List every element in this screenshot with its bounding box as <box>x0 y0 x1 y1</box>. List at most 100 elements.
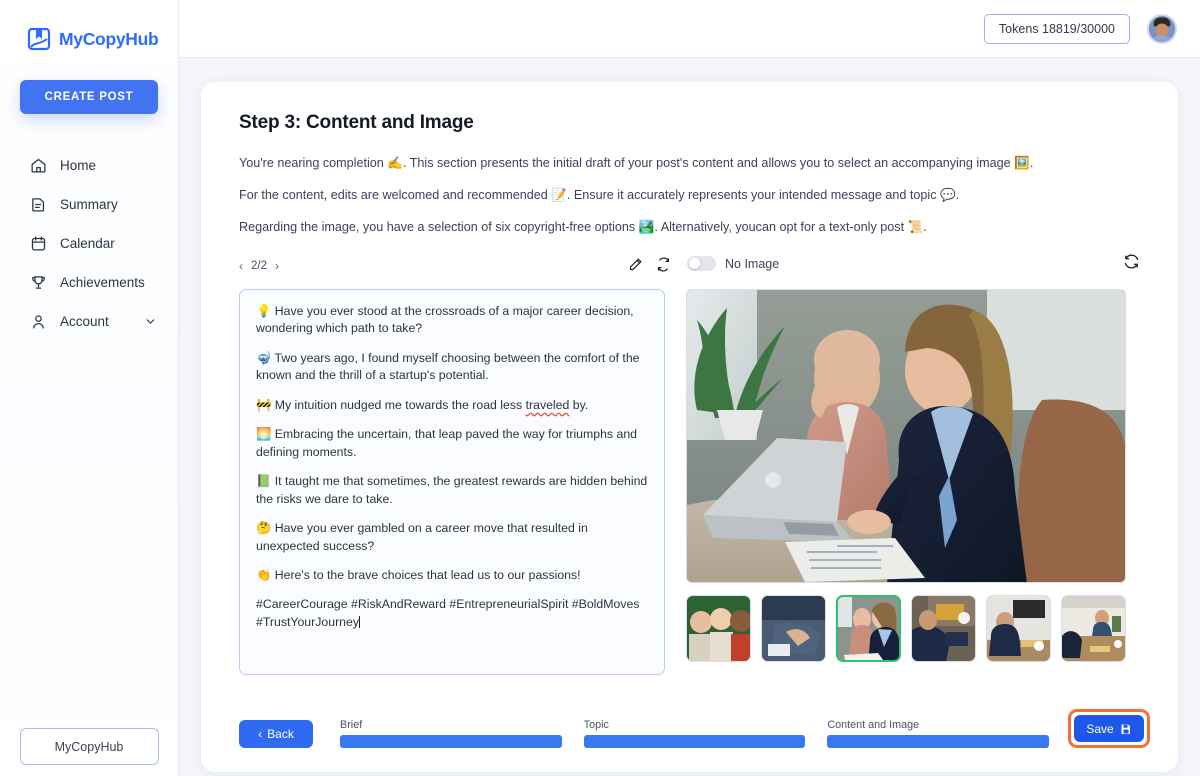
step-label: Content and Image <box>827 719 920 731</box>
editor-paragraph: 🤔 Have you ever gambled on a career move… <box>256 520 648 555</box>
paragraph-text: It taught me that sometimes, the greates… <box>256 474 648 506</box>
chevron-right-icon[interactable]: › <box>275 259 279 273</box>
chevron-left-icon[interactable]: ‹ <box>239 259 243 273</box>
thumbnail-item-selected[interactable] <box>835 595 902 662</box>
pencil-icon[interactable] <box>628 257 643 272</box>
chevron-left-icon: ‹ <box>258 727 263 741</box>
paragraph-emoji: 🤔 <box>256 521 272 536</box>
progress-step-topic[interactable]: Topic <box>583 719 806 748</box>
thumbnail-item[interactable] <box>686 595 751 662</box>
topbar: Tokens 18819/30000 <box>179 0 1200 58</box>
editor-paragraph: 👏 Here's to the brave choices that lead … <box>256 567 648 584</box>
image-thumbnails <box>686 595 1126 662</box>
step-progress-bar <box>827 735 1050 748</box>
sidebar-item-achievements[interactable]: Achievements <box>0 263 178 302</box>
hashtags: #CareerCourage #RiskAndReward #Entrepren… <box>256 597 640 629</box>
paragraph-emoji: 🤿 <box>256 350 272 365</box>
trophy-icon <box>29 274 47 292</box>
intro-paragraph: You're nearing completion ✍️. This secti… <box>239 156 1034 170</box>
save-label: Save <box>1086 721 1114 736</box>
editor-paragraph: 💡 Have you ever stood at the crossroads … <box>256 303 648 338</box>
sidebar-item-label: Account <box>60 314 109 329</box>
document-icon <box>29 196 47 214</box>
misspelled-word: traveled <box>525 397 570 412</box>
paragraph-emoji: 🚧 <box>256 397 272 412</box>
content-stage: Step 3: Content and Image You're nearing… <box>179 58 1200 776</box>
sidebar-nav: Home Summary Calendar Achievements Accou… <box>0 146 178 341</box>
refresh-circle-icon[interactable] <box>1123 253 1140 270</box>
sidebar-item-summary[interactable]: Summary <box>0 185 178 224</box>
intro-paragraph: For the content, edits are welcomed and … <box>239 188 960 202</box>
paragraph-emoji: 👏 <box>256 567 272 582</box>
user-icon <box>29 313 47 331</box>
sidebar-item-calendar[interactable]: Calendar <box>0 224 178 263</box>
page-indicator: 2/2 <box>251 260 267 272</box>
progress-step-brief[interactable]: Brief <box>340 719 562 748</box>
sidebar-footer: MyCopyHub <box>0 728 178 765</box>
token-counter[interactable]: Tokens 18819/30000 <box>983 13 1130 44</box>
step-card: Step 3: Content and Image You're nearing… <box>201 82 1178 772</box>
sidebar-item-label: Achievements <box>60 275 145 290</box>
sidebar-item-account[interactable]: Account <box>0 302 178 341</box>
editor-paragraph: 🚧 My intuition nudged me towards the roa… <box>256 397 648 414</box>
create-post-button[interactable]: CREATE POST <box>20 80 158 114</box>
editor-paragraph: 🤿 Two years ago, I found myself choosing… <box>256 350 648 385</box>
avatar[interactable] <box>1147 13 1177 44</box>
content-editor[interactable]: 💡 Have you ever stood at the crossroads … <box>239 289 665 675</box>
brand-name: MyCopyHub <box>59 28 159 49</box>
home-icon <box>29 157 47 175</box>
editor-toolbar: ‹ 2/2 › No Image <box>239 251 1140 281</box>
intro-text: You're nearing completion ✍️. This secti… <box>239 155 1140 236</box>
paragraph-text: Have you ever gambled on a career move t… <box>256 521 588 553</box>
back-button[interactable]: ‹ Back <box>239 720 313 748</box>
no-image-toggle[interactable] <box>687 256 716 271</box>
paragraph-emoji: 🌅 <box>256 427 272 442</box>
step-label: Brief <box>340 719 363 731</box>
sidebar-item-label: Home <box>60 158 97 173</box>
sidebar-item-home[interactable]: Home <box>0 146 178 185</box>
app-root: MyCopyHub CREATE POST Home Summary Calen… <box>0 0 1200 776</box>
no-image-toggle-group: No Image <box>687 256 779 271</box>
back-label: Back <box>267 727 294 741</box>
text-caret <box>359 615 360 628</box>
image-pane <box>686 289 1126 675</box>
editor-paragraph: 📗 It taught me that sometimes, the great… <box>256 473 648 508</box>
chevron-down-icon[interactable] <box>144 315 157 328</box>
brand[interactable]: MyCopyHub <box>0 0 178 58</box>
save-button[interactable]: Save <box>1074 715 1144 742</box>
toggle-knob <box>689 258 700 269</box>
calendar-icon <box>29 235 47 253</box>
paragraph-text: Embracing the uncertain, that leap paved… <box>256 427 638 459</box>
avatar-body <box>1150 34 1174 42</box>
paragraph-text: My intuition nudged me towards the road … <box>274 397 589 412</box>
thumbnail-item[interactable] <box>911 595 976 662</box>
variant-pager: ‹ 2/2 › <box>239 259 279 273</box>
thumbnail-item[interactable] <box>760 595 826 662</box>
book-bookmark-icon <box>26 26 52 52</box>
floppy-disk-icon <box>1120 723 1132 735</box>
thumbnail-item[interactable] <box>1060 595 1126 662</box>
sidebar-item-label: Summary <box>60 197 118 212</box>
step-label: Topic <box>583 719 609 731</box>
no-image-toggle-label[interactable]: No Image <box>725 257 779 271</box>
workspace-button[interactable]: MyCopyHub <box>19 728 159 765</box>
wizard-progress: Brief Topic Content and Image <box>340 719 1050 748</box>
selected-image[interactable] <box>686 289 1126 583</box>
main-region: Tokens 18819/30000 Step 3: Content and I… <box>179 0 1200 776</box>
paragraph-emoji: 📗 <box>256 474 272 489</box>
content-panes: 💡 Have you ever stood at the crossroads … <box>239 289 1140 675</box>
paragraph-emoji: 💡 <box>256 304 272 318</box>
sidebar: MyCopyHub CREATE POST Home Summary Calen… <box>0 0 179 776</box>
progress-step-content-and-image[interactable]: Content and Image <box>827 719 1050 748</box>
save-button-highlight: Save <box>1068 709 1150 748</box>
editor-paragraph: 🌅 Embracing the uncertain, that leap pav… <box>256 426 648 461</box>
step-progress-bar <box>583 735 806 748</box>
paragraph-text: Two years ago, I found myself choosing b… <box>256 350 640 383</box>
wizard-footer: ‹ Back Brief Topic Content and Image Sav… <box>239 709 1150 748</box>
refresh-icon[interactable] <box>656 257 671 272</box>
paragraph-text: Have you ever stood at the crossroads of… <box>256 304 634 336</box>
step-progress-bar <box>340 735 562 748</box>
page-title: Step 3: Content and Image <box>239 112 474 133</box>
thumbnail-item[interactable] <box>986 595 1051 662</box>
intro-paragraph: Regarding the image, you have a selectio… <box>239 220 927 234</box>
